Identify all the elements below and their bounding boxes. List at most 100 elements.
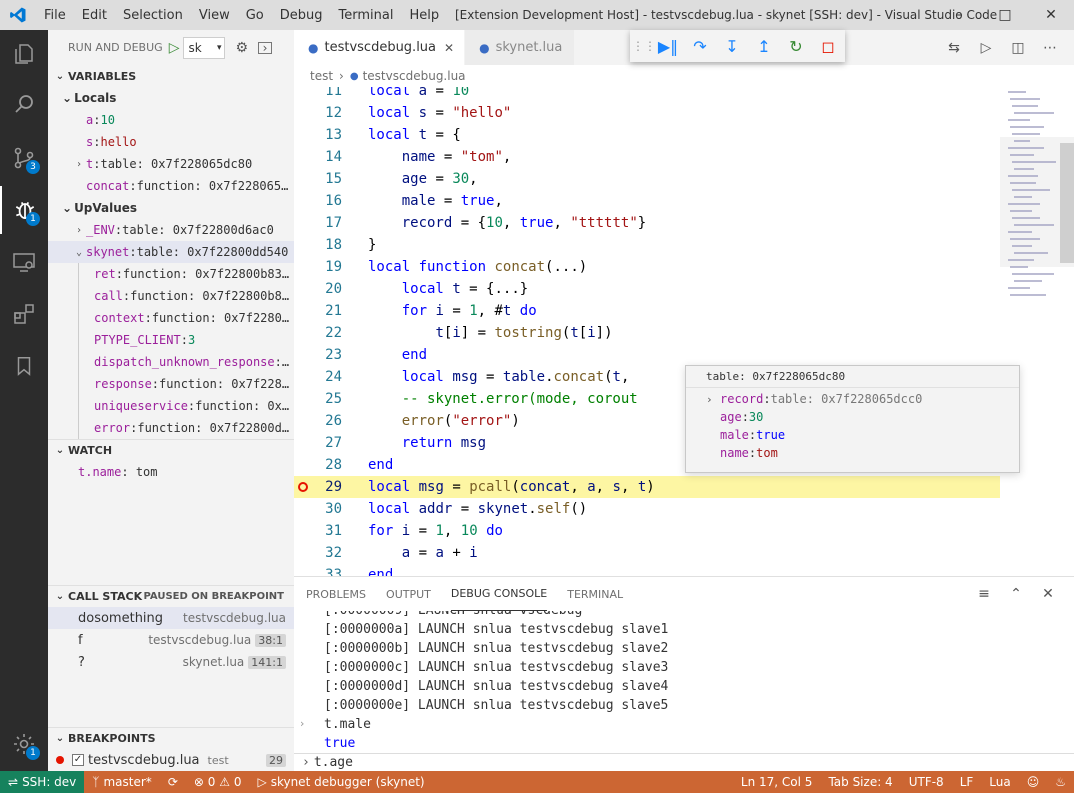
menu-file[interactable]: File: [36, 8, 74, 23]
code-line[interactable]: 15 age = 30,: [294, 168, 1000, 190]
start-debugging-icon[interactable]: ▷: [169, 40, 180, 56]
git-branch[interactable]: ᛉ master*: [84, 775, 160, 789]
menu-view[interactable]: View: [191, 8, 238, 23]
code-line[interactable]: 20 local t = {...}: [294, 278, 1000, 300]
feedback-icon[interactable]: ☺: [1019, 775, 1048, 789]
continue-icon[interactable]: ▶‖: [652, 32, 684, 60]
search-icon[interactable]: [0, 80, 48, 128]
code-editor[interactable]: 11 local a = 10 12 local s = "hello" 13 local…: [294, 87, 1000, 576]
stack-frame[interactable]: f testvscdebug.lua 38:1: [48, 629, 294, 651]
breadcrumb-file[interactable]: testvscdebug.lua: [363, 69, 466, 83]
breadcrumb-folder[interactable]: test: [310, 69, 333, 83]
bell-icon[interactable]: ♨: [1047, 775, 1074, 789]
breakpoints-section-header[interactable]: ⌄ BREAKPOINTS: [48, 727, 294, 749]
tab-size[interactable]: Tab Size: 4: [820, 775, 900, 789]
maximize-panel-icon[interactable]: ⌃: [1000, 586, 1032, 602]
variables-section-header[interactable]: ⌄ VARIABLES: [48, 65, 294, 87]
code-line[interactable]: 13 local t = {: [294, 124, 1000, 146]
variable-item[interactable]: response: function: 0x7f228…: [78, 373, 294, 395]
sync-icon[interactable]: ⟳: [160, 775, 186, 789]
code-line[interactable]: 23 end: [294, 344, 1000, 366]
gear-icon[interactable]: ⚙: [235, 40, 248, 56]
hover-property[interactable]: › record: table: 0x7f228065dcc0: [686, 390, 1019, 408]
tab-skynet[interactable]: ● skynet.lua: [465, 30, 576, 65]
menu-help[interactable]: Help: [401, 8, 447, 23]
code-line[interactable]: 21 for i = 1, #t do: [294, 300, 1000, 322]
restart-icon[interactable]: ↻: [780, 32, 812, 60]
code-line[interactable]: 19 local function concat(...): [294, 256, 1000, 278]
code-line[interactable]: 33 end: [294, 564, 1000, 576]
menu-selection[interactable]: Selection: [115, 8, 191, 23]
variable-item[interactable]: concat: function: 0x7f228065…: [48, 175, 294, 197]
variable-item[interactable]: uniqueservice: function: 0x…: [78, 395, 294, 417]
tab-testvscdebug[interactable]: ● testvscdebug.lua ✕: [294, 30, 466, 65]
upvalues-scope[interactable]: ⌄ UpValues: [48, 197, 294, 219]
maximize-button[interactable]: □: [982, 0, 1028, 30]
settings-gear-icon[interactable]: 1: [0, 720, 48, 768]
watch-section-header[interactable]: ⌄ WATCH: [48, 439, 294, 461]
source-control-icon[interactable]: 3: [0, 134, 48, 182]
close-window-button[interactable]: ✕: [1028, 0, 1074, 30]
step-into-icon[interactable]: ↧: [716, 32, 748, 60]
hover-property[interactable]: male: true: [686, 426, 1019, 444]
more-actions-icon[interactable]: ⋯: [1034, 40, 1066, 56]
launch-config-select[interactable]: sk ▾: [183, 36, 226, 59]
run-file-icon[interactable]: ▷: [970, 40, 1002, 56]
variable-item[interactable]: call: function: 0x7f22800b8…: [78, 285, 294, 307]
tab-output[interactable]: OUTPUT: [386, 577, 431, 611]
hover-property[interactable]: age: 30: [686, 408, 1019, 426]
code-line[interactable]: 31 for i = 1, 10 do: [294, 520, 1000, 542]
menu-go[interactable]: Go: [238, 8, 272, 23]
tab-problems[interactable]: PROBLEMS: [306, 577, 366, 611]
code-line[interactable]: 12 local s = "hello": [294, 102, 1000, 124]
stack-frame[interactable]: ? skynet.lua 141:1: [48, 651, 294, 673]
tab-debug-console[interactable]: DEBUG CONSOLE: [450, 577, 548, 611]
extensions-icon[interactable]: [0, 290, 48, 338]
variable-item[interactable]: dispatch_unknown_response: …: [78, 351, 294, 373]
cursor-position[interactable]: Ln 17, Col 5: [733, 775, 821, 789]
code-line[interactable]: 32 a = a + i: [294, 542, 1000, 564]
code-line[interactable]: 22 t[i] = tostring(t[i]): [294, 322, 1000, 344]
debug-target[interactable]: ▷ skynet debugger (skynet): [249, 775, 432, 789]
step-out-icon[interactable]: ↥: [748, 32, 780, 60]
remote-indicator[interactable]: ⇌ SSH: dev: [0, 771, 85, 793]
close-icon[interactable]: ✕: [444, 41, 454, 55]
variable-item[interactable]: › t: table: 0x7f228065dc80: [48, 153, 294, 175]
problems-indicator[interactable]: ⊗ 0 ⚠ 0: [186, 775, 250, 789]
menu-debug[interactable]: Debug: [272, 8, 331, 23]
code-line[interactable]: 18}: [294, 234, 1000, 256]
eol[interactable]: LF: [952, 775, 982, 789]
upvalue-item[interactable]: › _ENV: table: 0x7f22800d6ac0: [48, 219, 294, 241]
split-editor-icon[interactable]: ◫: [1002, 40, 1034, 56]
debug-console-icon[interactable]: ›: [258, 41, 273, 55]
minimize-button[interactable]: –: [936, 0, 982, 30]
language-mode[interactable]: Lua: [981, 775, 1018, 789]
drag-handle-icon[interactable]: ⋮⋮: [632, 32, 656, 60]
variable-item[interactable]: ret: function: 0x7f22800b83…: [78, 263, 294, 285]
variable-item[interactable]: a: 10: [48, 109, 294, 131]
console-input[interactable]: › t.age: [294, 753, 1074, 771]
code-line[interactable]: 11 local a = 10: [294, 87, 1000, 102]
remote-explorer-icon[interactable]: [0, 238, 48, 286]
close-panel-icon[interactable]: ✕: [1032, 586, 1064, 602]
compare-icon[interactable]: ⇆: [938, 40, 970, 56]
code-line[interactable]: 17 record = {10, true, "tttttt"}: [294, 212, 1000, 234]
clear-console-icon[interactable]: ≡: [968, 586, 1000, 602]
encoding[interactable]: UTF-8: [901, 775, 952, 789]
code-line[interactable]: 29 local msg = pcall(concat, a, s, t): [294, 476, 1000, 498]
code-line[interactable]: 16 male = true,: [294, 190, 1000, 212]
locals-scope[interactable]: ⌄ Locals: [48, 87, 294, 109]
explorer-icon[interactable]: [0, 30, 48, 78]
upvalue-item[interactable]: ⌄ skynet: table: 0x7f22800dd540: [48, 241, 294, 263]
stop-icon[interactable]: ◻: [812, 32, 844, 60]
bookmarks-icon[interactable]: [0, 342, 48, 390]
variable-item[interactable]: context: function: 0x7f2280…: [78, 307, 294, 329]
call-stack-section-header[interactable]: ⌄ CALL STACK PAUSED ON BREAKPOINT: [48, 585, 294, 607]
hover-property[interactable]: name: tom: [686, 444, 1019, 462]
code-line[interactable]: 30 local addr = skynet.self(): [294, 498, 1000, 520]
code-line[interactable]: 14 name = "tom",: [294, 146, 1000, 168]
stack-frame[interactable]: dosomething testvscdebug.lua: [48, 607, 294, 629]
editor-scrollbar[interactable]: [1060, 143, 1074, 263]
step-over-icon[interactable]: ↷: [684, 32, 716, 60]
breakpoint-checkbox[interactable]: ✓: [72, 754, 84, 766]
